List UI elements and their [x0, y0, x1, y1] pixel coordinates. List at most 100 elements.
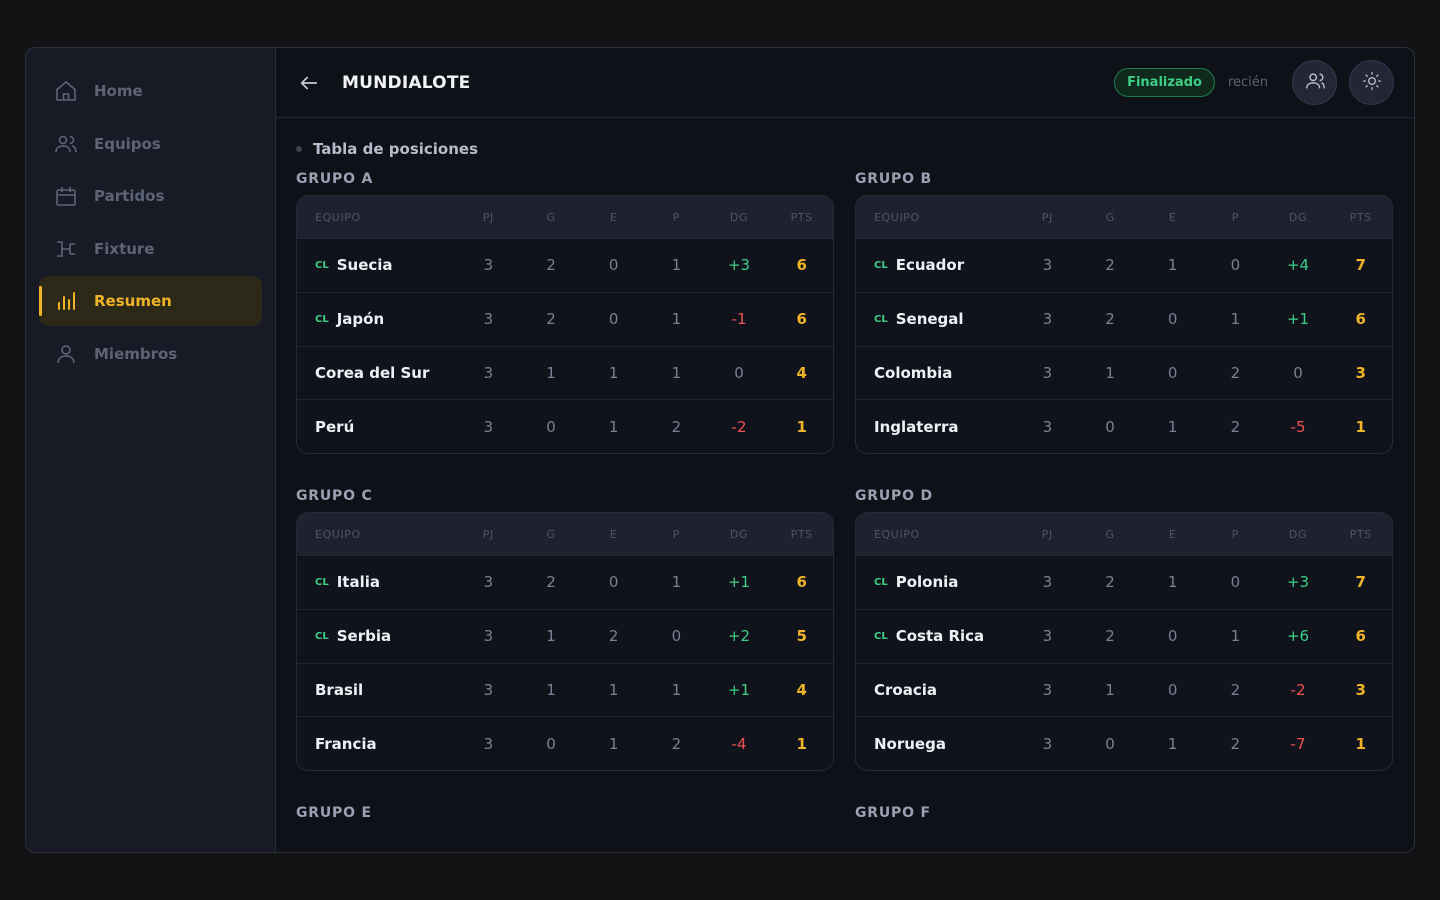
- stat-dg: +1: [727, 680, 751, 699]
- stat-e: 1: [1167, 256, 1178, 275]
- stat-pj: 3: [483, 310, 494, 329]
- group-card: GRUPO B EQUIPO PJ G E P DG PTS CL Ecuador 3 2 1 0 +4 7 C…: [855, 168, 1393, 454]
- bracket-icon: [53, 236, 79, 262]
- stat-p: 2: [671, 734, 682, 753]
- team-cell: Croacia: [856, 681, 1016, 699]
- main-panel: MUNDIALOTE Finalizado recién Tabla de po…: [276, 48, 1414, 852]
- qualified-tag: CL: [315, 259, 329, 271]
- column-header: PTS: [790, 210, 813, 224]
- stat-g: 2: [1105, 256, 1115, 275]
- table-row[interactable]: CL Costa Rica 3 2 0 1 +6 6: [856, 608, 1392, 663]
- back-arrow-icon[interactable]: [298, 72, 320, 94]
- group-title: GRUPO F: [855, 805, 931, 821]
- table-row[interactable]: Corea del Sur 3 1 1 1 0 4: [297, 345, 833, 400]
- section-title-text: Tabla de posiciones: [313, 140, 479, 158]
- table-row[interactable]: CL Italia 3 2 0 1 +1 6: [297, 555, 833, 609]
- group-title: GRUPO A: [296, 171, 374, 187]
- group-title: GRUPO E: [296, 805, 372, 821]
- stat-e: 1: [608, 734, 619, 753]
- stat-g: 2: [546, 310, 556, 329]
- table-row[interactable]: CL Ecuador 3 2 1 0 +4 7: [856, 238, 1392, 292]
- table-row[interactable]: Inglaterra 3 0 1 2 -5 1: [856, 399, 1392, 453]
- group-title: GRUPO D: [855, 488, 933, 504]
- stat-g: 1: [546, 627, 556, 646]
- table-row[interactable]: CL Japón 3 2 0 1 -1 6: [297, 291, 833, 346]
- team-cell: Brasil: [297, 681, 457, 699]
- bullet-dot: [296, 146, 302, 152]
- standings-table: EQUIPO PJ G E P DG PTS CL Italia 3 2 0 1 +1 6 CL Serbia 3…: [296, 512, 834, 771]
- group-card: GRUPO F: [855, 802, 1393, 829]
- groups-grid: GRUPO A EQUIPO PJ G E P DG PTS CL Suecia 3 2 0 1 +3 6 CL…: [296, 168, 1394, 852]
- stat-pts: 7: [1355, 256, 1366, 275]
- team-cell: Perú: [297, 418, 457, 436]
- table-header: EQUIPO PJ G E P DG PTS: [856, 513, 1392, 555]
- table-row[interactable]: Noruega 3 0 1 2 -7 1: [856, 716, 1392, 770]
- stat-pts: 3: [1355, 680, 1366, 699]
- stat-dg: +6: [1286, 627, 1310, 646]
- stat-dg: 0: [1293, 363, 1303, 382]
- stat-pj: 3: [1042, 256, 1053, 275]
- standings-table: EQUIPO PJ G E P DG PTS CL Suecia 3 2 0 1 +3 6 CL Japón 3 2…: [296, 195, 834, 454]
- stat-pj: 3: [483, 417, 494, 436]
- table-row[interactable]: Brasil 3 1 1 1 +1 4: [297, 662, 833, 717]
- column-header: PJ: [1041, 210, 1053, 224]
- team-cell: CL Serbia: [297, 627, 457, 645]
- column-header: G: [1105, 210, 1115, 224]
- table-row[interactable]: Croacia 3 1 0 2 -2 3: [856, 662, 1392, 717]
- team-cell: CL Senegal: [856, 310, 1016, 328]
- theme-toggle-button[interactable]: [1349, 60, 1394, 105]
- stat-e: 0: [608, 573, 619, 592]
- column-header: DG: [1288, 527, 1308, 541]
- table-row[interactable]: Perú 3 0 1 2 -2 1: [297, 399, 833, 453]
- stat-pj: 3: [483, 256, 494, 275]
- team-name: Costa Rica: [895, 627, 985, 646]
- stat-g: 0: [546, 417, 556, 436]
- table-row[interactable]: Francia 3 0 1 2 -4 1: [297, 716, 833, 770]
- table-row[interactable]: CL Senegal 3 2 0 1 +1 6: [856, 291, 1392, 346]
- qualified-tag: CL: [874, 576, 888, 588]
- team-name: Perú: [315, 417, 355, 436]
- stat-g: 2: [1105, 627, 1115, 646]
- group-title: GRUPO B: [855, 171, 932, 187]
- stat-pj: 3: [1042, 363, 1053, 382]
- stat-g: 1: [1105, 680, 1115, 699]
- stat-g: 0: [546, 734, 556, 753]
- team-cell: CL Italia: [297, 573, 457, 591]
- stat-pts: 6: [796, 310, 807, 329]
- sidebar-item-partidos[interactable]: Partidos: [39, 171, 262, 221]
- users-button[interactable]: [1292, 60, 1337, 105]
- sidebar-item-label: Partidos: [94, 187, 165, 205]
- sidebar-item-home[interactable]: Home: [39, 66, 262, 116]
- stat-pj: 3: [1042, 680, 1053, 699]
- sidebar-item-label: Fixture: [94, 239, 155, 258]
- table-row[interactable]: Colombia 3 1 0 2 0 3: [856, 345, 1392, 400]
- stat-dg: -2: [1290, 680, 1306, 699]
- stat-e: 0: [1167, 310, 1178, 329]
- table-row[interactable]: CL Polonia 3 2 1 0 +3 7: [856, 555, 1392, 609]
- team-cell: CL Japón: [297, 310, 457, 328]
- stat-g: 1: [1105, 363, 1115, 382]
- stat-pts: 1: [1355, 734, 1366, 753]
- stat-p: 1: [1230, 627, 1241, 646]
- stat-e: 0: [1167, 680, 1178, 699]
- table-row[interactable]: CL Suecia 3 2 0 1 +3 6: [297, 238, 833, 292]
- qualified-tag: CL: [315, 576, 329, 588]
- stat-g: 0: [1105, 734, 1115, 753]
- sidebar-item-equipos[interactable]: Equipos: [39, 119, 262, 169]
- sidebar-item-fixture[interactable]: Fixture: [39, 224, 262, 274]
- stat-g: 2: [546, 256, 556, 275]
- column-header: PJ: [482, 210, 494, 224]
- team-name: Croacia: [874, 680, 937, 699]
- users-icon: [53, 131, 79, 157]
- sidebar-item-miembros[interactable]: Miembros: [39, 329, 262, 379]
- sidebar-item-label: Miembros: [94, 344, 178, 363]
- column-header: DG: [729, 210, 749, 224]
- standings-table: EQUIPO PJ G E P DG PTS CL Polonia 3 2 1 0 +3 7 CL Costa …: [855, 512, 1393, 771]
- sidebar-item-resumen[interactable]: Resumen: [39, 276, 262, 326]
- standings-table: EQUIPO PJ G E P DG PTS CL Ecuador 3 2 1 0 +4 7 CL Senega…: [855, 195, 1393, 454]
- team-cell: CL Polonia: [856, 573, 1016, 591]
- updated-label: recién: [1227, 75, 1268, 90]
- table-row[interactable]: CL Serbia 3 1 2 0 +2 5: [297, 608, 833, 663]
- qualified-tag: CL: [315, 630, 329, 642]
- column-header: E: [1168, 210, 1177, 224]
